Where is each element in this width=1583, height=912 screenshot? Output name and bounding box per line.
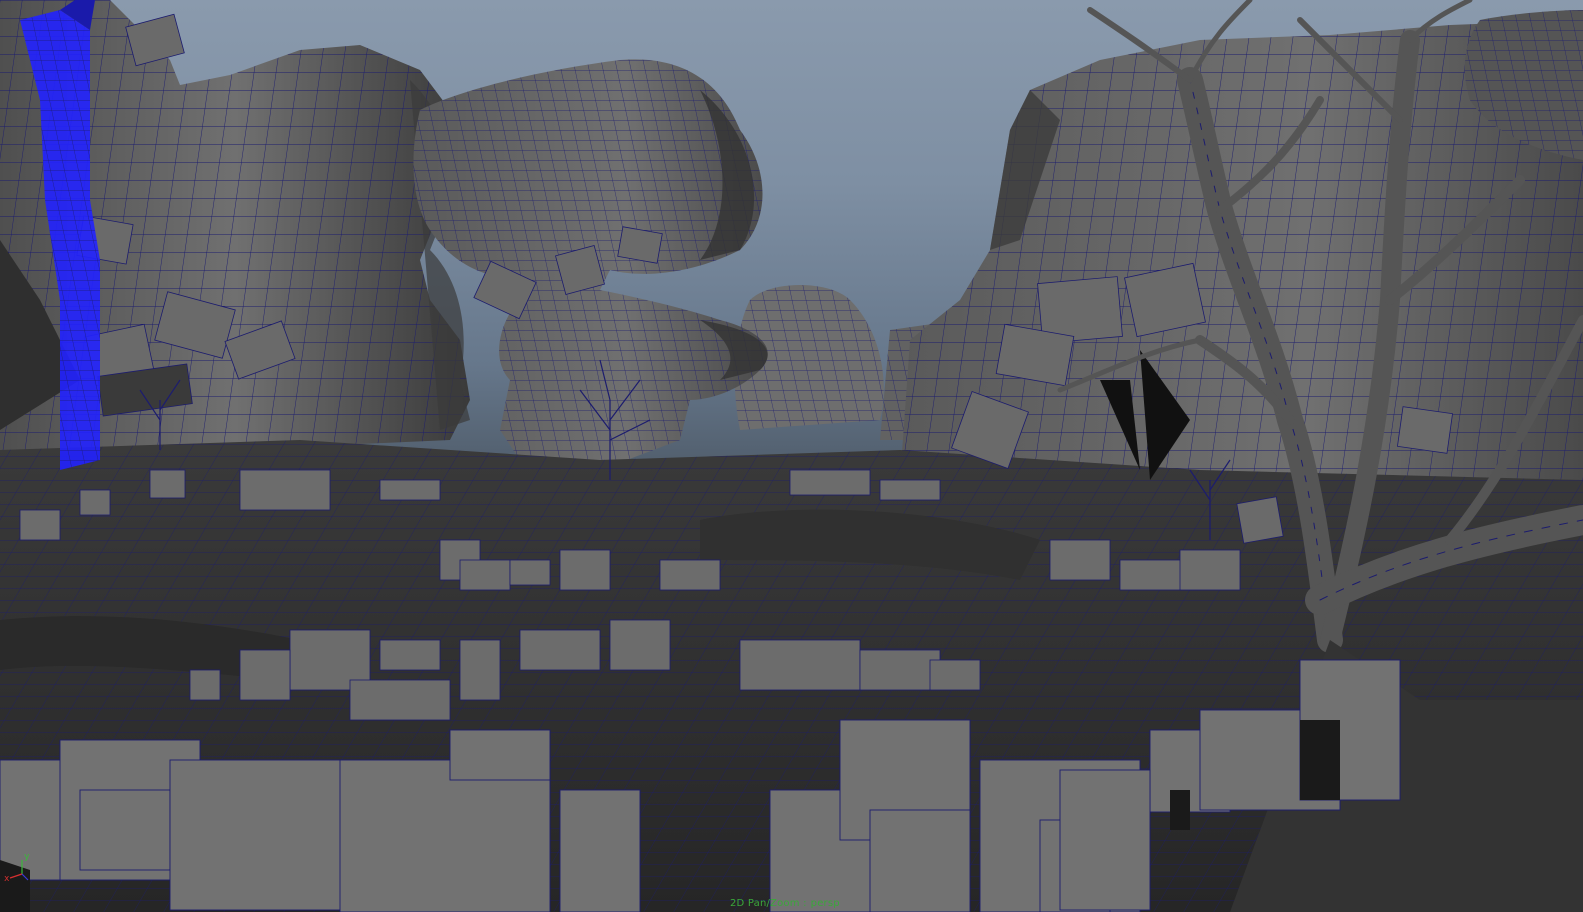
scene-render[interactable] — [0, 0, 1583, 912]
axis-y-label: y — [24, 852, 30, 862]
viewport-status-text: 2D Pan/Zoom : persp — [730, 898, 840, 909]
maya-persp-viewport[interactable]: y x 2D Pan/Zoom : persp — [0, 0, 1583, 912]
axis-x-label: x — [4, 874, 10, 884]
status-operation: 2D Pan/Zoom : — [730, 898, 807, 909]
axis-gizmo: y x — [4, 852, 40, 888]
status-camera-name: persp — [810, 898, 840, 909]
